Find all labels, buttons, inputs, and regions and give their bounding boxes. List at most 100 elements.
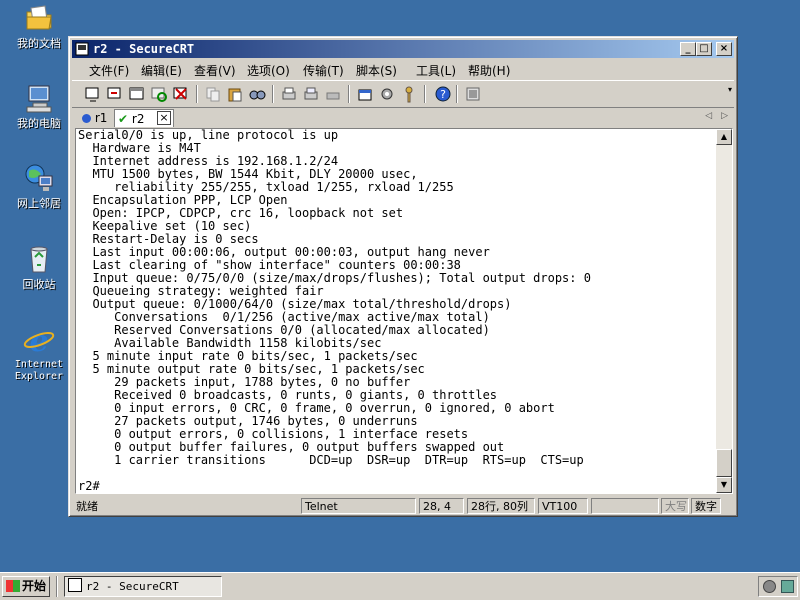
- minimize-icon: _: [685, 43, 691, 54]
- close-button[interactable]: ×: [716, 42, 732, 56]
- menu-tools[interactable]: 工具(L): [416, 62, 456, 79]
- recycle-bin-icon: [23, 243, 55, 275]
- disconnect-button[interactable]: [172, 85, 190, 103]
- menu-help[interactable]: 帮助(H): [468, 62, 510, 79]
- tab-close-button[interactable]: ×: [157, 111, 171, 125]
- reconnect-button[interactable]: [150, 85, 168, 103]
- menu-file[interactable]: 文件(F): [89, 62, 129, 79]
- session-tab-bar: r1 ✔ r2 × ◁ ▷: [72, 108, 734, 128]
- desktop-icon-label: 回收站: [22, 278, 56, 291]
- system-tray: [758, 576, 798, 597]
- session-options-button[interactable]: [356, 85, 374, 103]
- toolbar-overflow-icon[interactable]: ▾: [728, 85, 732, 94]
- tab-r2[interactable]: ✔ r2 ×: [114, 109, 174, 127]
- connect-tab-button[interactable]: [128, 85, 146, 103]
- network-icon: [23, 162, 55, 194]
- desktop-icon-my-computer[interactable]: 我的电脑: [6, 82, 72, 130]
- status-protocol: Telnet: [301, 498, 416, 514]
- minimize-button[interactable]: _: [680, 42, 696, 56]
- tab-scroll-left-icon[interactable]: ◁: [705, 111, 712, 121]
- menu-options[interactable]: 选项(O): [247, 62, 290, 79]
- internet-explorer-icon: e: [23, 324, 55, 359]
- taskbar-separator: [56, 576, 58, 597]
- reconnect-icon: [151, 87, 167, 102]
- tab-scroll-right-icon[interactable]: ▷: [721, 111, 728, 121]
- print-button[interactable]: [280, 85, 298, 103]
- svg-text:e: e: [29, 324, 48, 356]
- menu-bar: 文件(F) 编辑(E) 查看(V) 选项(O) 传输(T) 脚本(S) 工具(L…: [72, 59, 734, 79]
- copy-icon: [206, 87, 220, 102]
- status-bar: 就绪 Telnet 28, 4 28行, 80列 VT100 大写 数字: [72, 497, 734, 515]
- desktop-icon-label: Internet Explorer: [14, 359, 64, 382]
- menu-transfer[interactable]: 传输(T): [303, 62, 344, 79]
- securecrt-window: r2 - SecureCRT _ □ × 文件(F) 编辑(E) 查看(V) 选…: [68, 36, 738, 517]
- window-title: r2 - SecureCRT: [93, 42, 195, 56]
- desktop-icon-my-documents[interactable]: 我的文档: [6, 2, 72, 50]
- info-icon: [82, 114, 91, 123]
- computer-icon: [23, 82, 55, 114]
- session-options-icon: [358, 89, 372, 101]
- printer-icon: [326, 92, 340, 100]
- desktop-icon-recycle-bin[interactable]: 回收站: [6, 243, 72, 291]
- print-setup-button[interactable]: [324, 85, 342, 103]
- status-emulation: VT100: [538, 498, 588, 514]
- terminal-area[interactable]: Serial0/0 is up, line protocol is up Har…: [75, 128, 733, 494]
- find-icon: [249, 90, 266, 100]
- maximize-icon: □: [699, 43, 709, 54]
- menu-script[interactable]: 脚本(S): [356, 62, 397, 79]
- global-options-button[interactable]: [378, 85, 396, 103]
- title-bar[interactable]: r2 - SecureCRT _ □ ×: [72, 40, 734, 58]
- toolbar-separator: [272, 85, 274, 103]
- taskbar-item-securecrt[interactable]: r2 - SecureCRT: [64, 576, 222, 597]
- tab-label: r1: [94, 111, 108, 125]
- status-cursor-position: 28, 4: [419, 498, 464, 514]
- toolbar-separator: [456, 85, 458, 103]
- tray-settings-icon[interactable]: [763, 580, 776, 593]
- desktop-icon-network[interactable]: 网上邻居: [6, 162, 72, 210]
- taskbar: 开始 r2 - SecureCRT: [0, 572, 800, 600]
- toolbar-separator: [196, 85, 198, 103]
- find-button[interactable]: [248, 85, 266, 103]
- connect-tab-icon: [129, 87, 144, 100]
- menu-edit[interactable]: 编辑(E): [141, 62, 182, 79]
- tray-network-icon[interactable]: [781, 580, 794, 593]
- scroll-up-button[interactable]: ▲: [716, 129, 732, 145]
- folder-icon: [23, 2, 55, 34]
- status-rows-cols: 28行, 80列: [467, 498, 535, 514]
- tab-r1[interactable]: r1: [80, 109, 112, 127]
- tab-label: r2: [131, 112, 145, 126]
- arrow-up-icon: ▲: [720, 132, 728, 141]
- status-caps-lock: 大写: [661, 498, 689, 514]
- key-icon: [405, 86, 413, 103]
- close-icon: ×: [719, 43, 729, 54]
- paste-button[interactable]: [226, 85, 244, 103]
- start-button[interactable]: 开始: [2, 576, 50, 597]
- desktop-icon-label: 我的电脑: [17, 117, 61, 130]
- print-selection-button[interactable]: [302, 85, 320, 103]
- desktop-icon-label: 我的文档: [17, 37, 61, 50]
- securecrt-app-icon: [68, 578, 82, 592]
- vertical-scrollbar[interactable]: ▲ ▼: [716, 129, 732, 493]
- desktop-icon-internet-explorer[interactable]: e Internet Explorer: [6, 324, 72, 383]
- print-icon: [282, 87, 296, 100]
- menu-view[interactable]: 查看(V): [194, 62, 236, 79]
- paste-icon: [228, 88, 242, 102]
- taskbar-item-label: r2 - SecureCRT: [86, 580, 179, 593]
- quick-connect-button[interactable]: [106, 85, 124, 103]
- maximize-button[interactable]: □: [696, 42, 712, 56]
- copy-button[interactable]: [204, 85, 222, 103]
- toolbar-separator: [424, 85, 426, 103]
- disconnect-icon: [173, 87, 187, 100]
- about-button[interactable]: [464, 85, 482, 103]
- status-num-lock: 数字: [691, 498, 721, 514]
- status-ready: 就绪: [76, 500, 98, 513]
- scroll-down-button[interactable]: ▼: [716, 477, 732, 493]
- connect-button[interactable]: [84, 85, 102, 103]
- toolbar: ? ▾: [72, 80, 734, 108]
- keymap-button[interactable]: [400, 85, 418, 103]
- arrow-down-icon: ▼: [720, 480, 728, 489]
- gear-icon: [381, 88, 393, 100]
- help-button[interactable]: ?: [434, 85, 452, 103]
- start-label: 开始: [22, 579, 47, 593]
- scroll-thumb[interactable]: [716, 449, 732, 477]
